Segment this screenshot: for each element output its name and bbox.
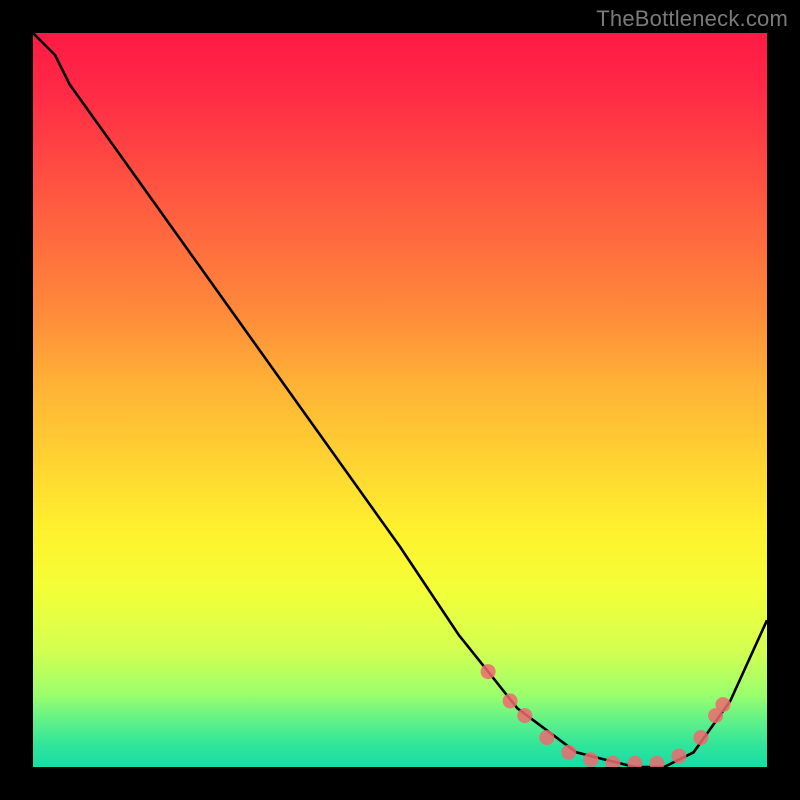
curve-marker — [605, 756, 620, 767]
curve-marker — [517, 708, 532, 723]
curve-marker — [671, 749, 686, 764]
marker-group — [481, 664, 731, 767]
curve-marker — [716, 697, 731, 712]
bottleneck-curve — [33, 33, 767, 767]
curve-marker — [693, 730, 708, 745]
curve-layer — [33, 33, 767, 767]
plot-area — [33, 33, 767, 767]
curve-marker — [627, 756, 642, 767]
curve-marker — [708, 708, 723, 723]
curve-marker — [561, 745, 576, 760]
curve-marker — [583, 752, 598, 767]
watermark-text: TheBottleneck.com — [596, 6, 788, 32]
curve-marker — [503, 693, 518, 708]
curve-marker — [539, 730, 554, 745]
curve-marker — [649, 756, 664, 767]
chart-frame: TheBottleneck.com — [0, 0, 800, 800]
curve-marker — [481, 664, 496, 679]
